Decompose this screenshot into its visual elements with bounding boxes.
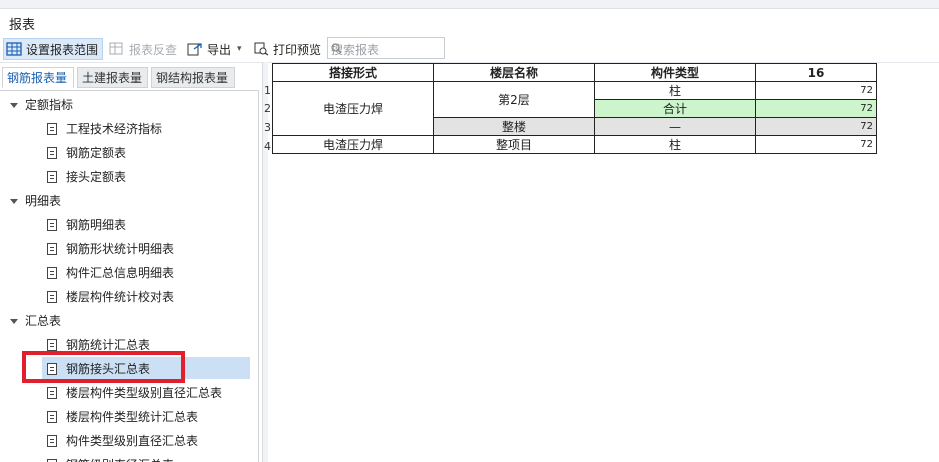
column-header: 搭接形式 <box>272 63 434 82</box>
quantity-cell[interactable]: 72 <box>755 99 877 118</box>
row-number: 1 <box>264 84 271 97</box>
print-preview-button[interactable]: 打印预览 <box>253 38 321 60</box>
row-number: 2 <box>264 102 271 115</box>
report-tree: 定额指标 工程技术经济指标 钢筋定额表 接头定额表 明细表 钢筋明细表 钢筋形状… <box>0 90 259 462</box>
table-search-icon <box>109 42 125 56</box>
tree-item-floor-component-type-summary[interactable]: 楼层构件类型统计汇总表 <box>0 406 255 428</box>
tree-item-label: 钢筋明细表 <box>66 218 127 232</box>
tree-item-component-grade-diameter-summary[interactable]: 构件类型级别直径汇总表 <box>0 430 255 452</box>
row-number: 3 <box>264 121 271 134</box>
floor-name-cell[interactable]: 第2层 <box>433 81 595 118</box>
top-tab-strip <box>0 0 939 9</box>
tree-item-component-summary-detail[interactable]: 构件汇总信息明细表 <box>0 262 255 284</box>
tree-item-label: 工程技术经济指标 <box>66 122 163 136</box>
report-reverse-check-button[interactable]: 报表反查 <box>109 38 177 60</box>
report-category-tabs: 钢筋报表量 土建报表量 钢结构报表量 <box>0 67 262 89</box>
report-doc-icon <box>47 219 57 231</box>
tree-item-label: 楼层构件统计校对表 <box>66 290 175 304</box>
tree-item-floor-component-check[interactable]: 楼层构件统计校对表 <box>0 286 255 308</box>
report-reverse-check-label: 报表反查 <box>129 42 178 57</box>
report-doc-icon <box>47 123 57 135</box>
panel-title: 报表 <box>9 18 36 33</box>
set-report-range-label: 设置报表范围 <box>26 42 99 57</box>
quantity-cell[interactable]: 72 <box>755 117 877 136</box>
tree-group-summary[interactable]: 汇总表 <box>0 310 255 332</box>
export-button[interactable]: 导出 ▾ <box>187 38 242 60</box>
tab-civil-report[interactable]: 土建报表量 <box>77 67 148 88</box>
tree-item-floor-component-grade-diameter-summary[interactable]: 楼层构件类型级别直径汇总表 <box>0 382 255 404</box>
tree-item-rebar-grade-diameter-summary[interactable]: 钢筋级别直径汇总表 <box>0 454 255 462</box>
export-label: 导出 <box>207 42 232 57</box>
tree-item-label: 钢筋形状统计明细表 <box>66 242 175 256</box>
row-number: 4 <box>264 140 271 153</box>
floor-name-cell[interactable]: 整项目 <box>433 135 595 154</box>
report-doc-icon <box>47 411 57 423</box>
tree-item-label: 楼层构件类型级别直径汇总表 <box>66 386 223 400</box>
component-type-cell[interactable]: 柱 <box>594 81 756 100</box>
report-doc-icon <box>47 339 57 351</box>
annotation-highlight-box <box>22 351 185 383</box>
toolbar: 设置报表范围 报表反查 导出 ▾ 打印预览 <box>0 36 939 63</box>
tree-group-detail[interactable]: 明细表 <box>0 190 255 212</box>
tree-item-label: 钢筋定额表 <box>66 146 127 160</box>
floor-name-cell[interactable]: 整楼 <box>433 117 595 136</box>
tree-group-label: 明细表 <box>25 194 62 208</box>
tree-group-label: 汇总表 <box>25 314 62 328</box>
collapse-caret-icon <box>10 103 18 108</box>
print-preview-label: 打印预览 <box>273 42 322 57</box>
tab-steel-structure-report[interactable]: 钢结构报表量 <box>151 67 235 88</box>
column-header: 16 <box>755 63 877 82</box>
component-type-cell[interactable]: 合计 <box>594 99 756 118</box>
joint-form-cell[interactable]: 电渣压力焊 <box>272 135 434 154</box>
tab-rebar-report[interactable]: 钢筋报表量 <box>2 67 74 88</box>
set-report-range-button[interactable]: 设置报表范围 <box>3 38 104 60</box>
column-header: 构件类型 <box>594 63 756 82</box>
tree-item-label: 钢筋级别直径汇总表 <box>66 454 174 462</box>
rebar-joint-summary-table: 搭接形式 楼层名称 构件类型 16 电渣压力焊 第2层 柱 72 合计 72 整… <box>272 63 877 154</box>
report-doc-icon <box>47 171 57 183</box>
grid-icon <box>6 42 22 56</box>
report-doc-icon <box>47 147 57 159</box>
report-doc-icon <box>47 435 57 447</box>
quantity-cell[interactable]: 72 <box>755 81 877 100</box>
report-doc-icon <box>47 243 57 255</box>
collapse-caret-icon <box>10 319 18 324</box>
tree-group-quota-index[interactable]: 定额指标 <box>0 94 255 116</box>
tree-item-engineering-economic-index[interactable]: 工程技术经济指标 <box>0 118 255 140</box>
component-type-cell[interactable]: — <box>594 117 756 136</box>
tree-item-rebar-detail[interactable]: 钢筋明细表 <box>0 214 255 236</box>
report-doc-icon <box>47 291 57 303</box>
tree-item-label: 构件汇总信息明细表 <box>66 266 175 280</box>
component-type-cell[interactable]: 柱 <box>594 135 756 154</box>
tree-item-rebar-quota[interactable]: 钢筋定额表 <box>0 142 255 164</box>
table-row[interactable]: 电渣压力焊 整项目 柱 72 <box>272 135 877 154</box>
quantity-cell[interactable]: 72 <box>755 135 877 154</box>
dropdown-arrow-icon: ▾ <box>237 44 242 54</box>
joint-form-cell[interactable]: 电渣压力焊 <box>272 81 434 136</box>
tree-group-label: 定额指标 <box>25 98 74 112</box>
search-icon <box>331 43 438 57</box>
column-header: 楼层名称 <box>433 63 595 82</box>
tree-item-joint-quota[interactable]: 接头定额表 <box>0 166 255 188</box>
collapse-caret-icon <box>10 199 18 204</box>
tree-item-label: 接头定额表 <box>66 170 127 184</box>
tree-item-label: 构件类型级别直径汇总表 <box>66 434 199 448</box>
report-search-input[interactable]: 搜索报表 <box>327 37 445 59</box>
table-header-row: 搭接形式 楼层名称 构件类型 16 <box>272 63 877 82</box>
print-preview-icon <box>253 42 269 56</box>
table-row[interactable]: 电渣压力焊 第2层 柱 72 <box>272 81 877 136</box>
tree-item-rebar-shape-detail[interactable]: 钢筋形状统计明细表 <box>0 238 255 260</box>
report-doc-icon <box>47 387 57 399</box>
export-icon <box>187 42 203 56</box>
report-doc-icon <box>47 267 57 279</box>
tree-item-label: 楼层构件类型统计汇总表 <box>66 410 199 424</box>
